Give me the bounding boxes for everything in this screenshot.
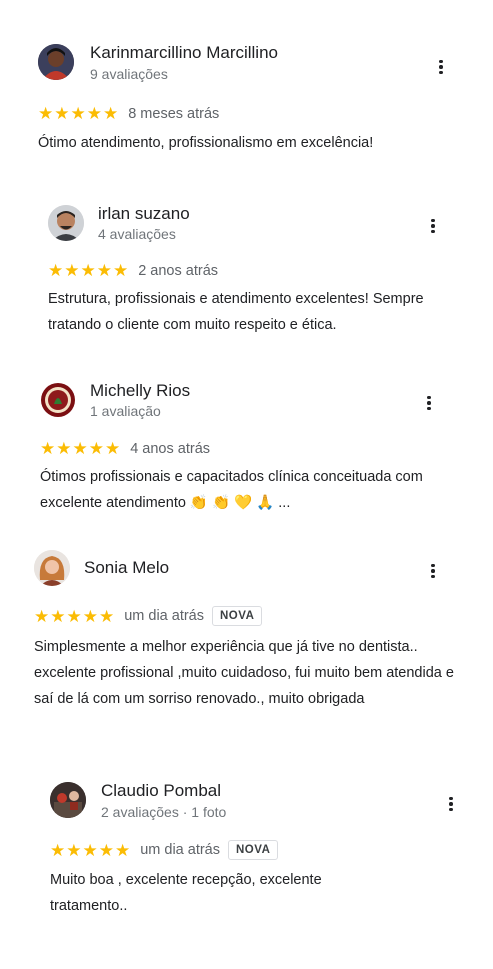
review-date: 4 anos atrás [130,440,211,457]
review-text: Simplesmente a melhor experiência que já… [34,639,454,707]
reviewer-name[interactable]: Karinmarcillino Marcillino [90,43,278,63]
more-options-icon[interactable] [428,216,438,236]
review-text: Ótimo atendimento, profissionalismo em e… [38,135,374,151]
review-date: um dia atrás [124,608,204,624]
reviewer-name[interactable]: Michelly Rios [90,381,190,401]
more-options-icon[interactable] [436,57,446,77]
more-options-icon[interactable] [446,794,456,814]
avatar[interactable] [38,44,74,80]
new-badge: NOVA [212,606,263,626]
reviewer-name[interactable]: irlan suzano [98,204,190,224]
new-badge: NOVA [228,840,279,860]
more-options-icon[interactable] [424,393,434,413]
review-date: 8 meses atrás [128,105,220,122]
avatar[interactable] [48,205,84,241]
star-rating: ★★★★★ [38,104,120,123]
review-text: Estrutura, profissionais e atendimento e… [48,291,424,333]
star-rating: ★★★★★ [40,439,122,458]
reviewer-name[interactable]: Claudio Pombal [101,781,221,801]
rating-line: ★★★★★ 2 anos atrás [48,262,218,279]
star-rating: ★★★★★ [48,261,130,280]
review-date: 2 anos atrás [138,262,219,279]
rating-line: ★★★★★ 8 meses atrás [38,105,219,122]
review-count: 4 avaliações [98,226,176,242]
avatar[interactable] [50,782,86,818]
star-rating: ★★★★★ [34,606,116,626]
avatar[interactable] [40,382,76,418]
avatar[interactable] [34,550,70,586]
review-date: um dia atrás [140,842,220,858]
review-text: Ótimos profissionais e capacitados clíni… [40,469,423,511]
rating-line: ★★★★★ um dia atrás NOVA [34,606,263,626]
reviewer-name[interactable]: Sonia Melo [84,558,169,578]
review-text: Muito boa , excelente recepção, excelent… [50,872,322,914]
more-options-icon[interactable] [428,561,438,581]
star-rating: ★★★★★ [50,840,132,860]
review-count: 2 avaliações · 1 foto [101,804,227,820]
rating-line: ★★★★★ um dia atrás NOVA [50,840,279,860]
review-count: 1 avaliação [90,403,161,419]
review-count: 9 avaliações [90,66,168,82]
rating-line: ★★★★★ 4 anos atrás [40,440,210,457]
